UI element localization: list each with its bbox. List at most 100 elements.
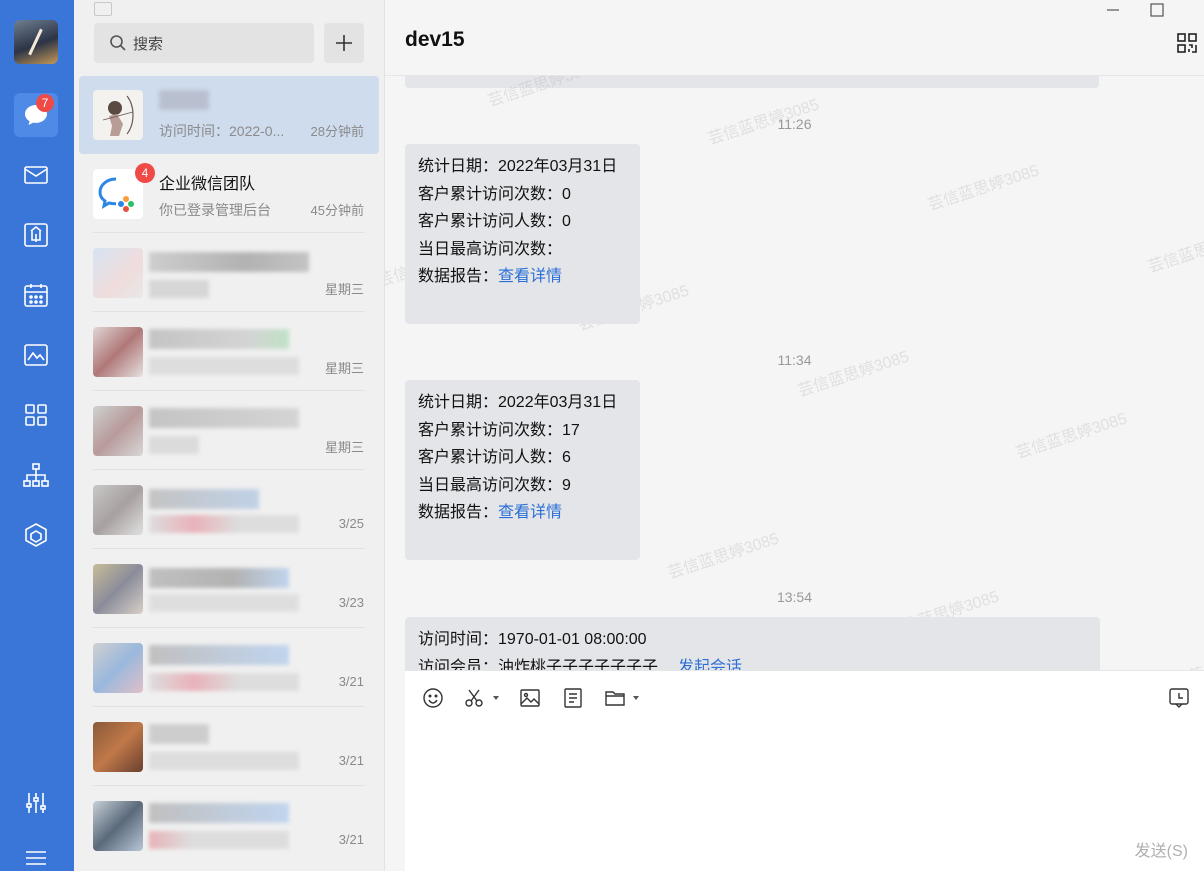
- message-line: 统计日期：2022年03月31日: [418, 394, 618, 411]
- conversation-item[interactable]: 3/21: [79, 787, 379, 865]
- message-line: 客户累计访问人数：6: [418, 449, 571, 466]
- message-line: 访问时间：1970-01-01 08:00:00: [418, 631, 647, 648]
- message-composer[interactable]: 发送(S): [405, 670, 1204, 871]
- history-icon: [1169, 688, 1189, 708]
- conversation-preview: 访问时间：2022-0...: [159, 123, 285, 139]
- nav-apps[interactable]: [14, 393, 58, 437]
- nav-docs[interactable]: [14, 333, 58, 377]
- watermark: 芸信蓝思婷3085: [665, 530, 782, 583]
- message-timestamp: 11:26: [777, 116, 812, 132]
- conversation-time: 3/21: [338, 753, 364, 768]
- divider: [93, 706, 365, 707]
- conversation-avatar: [93, 406, 143, 456]
- unread-badge: 7: [36, 94, 54, 112]
- conversation-item[interactable]: 3/25: [79, 471, 379, 549]
- divider: [93, 548, 365, 549]
- message-area: 芸信蓝思婷3085 芸信蓝思婷3085 芸信蓝思婷3085 芸信蓝思婷3085 …: [385, 76, 1204, 670]
- calendar-icon: [24, 284, 48, 307]
- image-icon: [520, 689, 540, 707]
- conversation-item[interactable]: 3/23: [79, 550, 379, 628]
- conversation-avatar: [93, 564, 143, 614]
- menu-icon: [26, 851, 46, 865]
- conversation-time: 3/25: [338, 516, 364, 531]
- search-placeholder: 搜索: [133, 35, 164, 53]
- conversation-item[interactable]: 星期三: [79, 234, 379, 312]
- history-button[interactable]: [1166, 685, 1192, 711]
- folder-icon: [605, 691, 625, 706]
- view-details-link[interactable]: 查看详情: [498, 504, 562, 521]
- conversation-item[interactable]: 星期三: [79, 392, 379, 470]
- nav-workbench[interactable]: [14, 213, 58, 257]
- conversation-avatar: [93, 643, 143, 693]
- watermark: 芸信蓝思婷3085: [1145, 224, 1204, 277]
- document-icon: [564, 688, 582, 708]
- folder-button[interactable]: [602, 685, 628, 711]
- chat-title: dev15: [405, 28, 465, 51]
- qr-grid-icon[interactable]: [1176, 32, 1198, 54]
- message-line: 当日最高访问次数：9: [418, 476, 571, 494]
- message-timestamp: 13:54: [776, 589, 813, 605]
- message-bubble[interactable]: 统计日期：2022年03月31日 客户累计访问次数：17 客户累计访问人数：6 …: [405, 380, 640, 560]
- user-avatar[interactable]: [14, 20, 58, 64]
- send-button[interactable]: 发送(S): [1135, 837, 1188, 861]
- maximize-icon[interactable]: [1147, 2, 1167, 18]
- nav-cube[interactable]: [14, 513, 58, 557]
- view-details-link[interactable]: 查看详情: [498, 268, 562, 285]
- minimize-icon[interactable]: [1103, 2, 1123, 18]
- conversation-time: 45分钟前: [310, 203, 364, 218]
- message-line: 客户累计访问次数：17: [418, 421, 580, 439]
- report-label: 数据报告：: [418, 504, 499, 521]
- conversation-item[interactable]: 3/21: [79, 708, 379, 786]
- conversation-time: 星期三: [324, 440, 364, 455]
- scissors-icon: [465, 689, 483, 707]
- conversation-item[interactable]: 4 企业微信团队 你已登录管理后台 45分钟前: [79, 155, 379, 233]
- image-button[interactable]: [517, 685, 543, 711]
- message-line: 当日最高访问次数：: [418, 240, 563, 258]
- emoji-icon: [423, 688, 443, 708]
- divider: [93, 390, 365, 391]
- docs-icon: [24, 344, 48, 366]
- previous-message-bubble: [405, 76, 1099, 88]
- divider: [93, 469, 365, 470]
- conversation-time: 3/23: [338, 595, 364, 610]
- nav-menu[interactable]: [14, 836, 58, 871]
- nav-messages[interactable]: 7: [14, 93, 58, 137]
- conversation-avatar: [93, 722, 143, 772]
- message-line: 客户累计访问人数：0: [418, 213, 571, 230]
- chat-panel: dev15 芸信蓝思婷3085 芸信蓝思婷3085 芸信蓝思婷3085 芸信蓝思…: [385, 0, 1204, 871]
- start-chat-link[interactable]: 发起会话: [678, 659, 742, 671]
- conversation-time: 星期三: [324, 361, 364, 376]
- conversation-name: 企业微信团队: [159, 176, 256, 193]
- divider: [93, 785, 365, 786]
- nav-org[interactable]: [14, 453, 58, 497]
- org-icon: [23, 463, 49, 487]
- search-box[interactable]: 搜索: [94, 23, 314, 63]
- dropdown-caret-icon[interactable]: [492, 695, 500, 701]
- message-line: 访问会员：油炸桃子子子子子子子: [418, 658, 659, 671]
- plus-icon: [336, 35, 352, 51]
- nav-settings[interactable]: [14, 781, 58, 825]
- dropdown-caret-icon[interactable]: [632, 695, 640, 701]
- add-button[interactable]: [324, 23, 364, 63]
- report-label: 数据报告：: [418, 268, 499, 285]
- divider: [93, 232, 365, 233]
- nav-mail[interactable]: [14, 153, 58, 197]
- conversation-badge: 4: [135, 163, 155, 183]
- conversation-item[interactable]: 星期三: [79, 313, 379, 391]
- message-bubble[interactable]: 访问时间：1970-01-01 08:00:00 访问会员：油炸桃子子子子子子子…: [405, 617, 1100, 670]
- conversation-avatar: [93, 485, 143, 535]
- message-line: 统计日期：2022年03月31日: [418, 158, 618, 175]
- file-button[interactable]: [560, 685, 586, 711]
- message-timestamp: 11:34: [777, 352, 812, 368]
- conversation-item[interactable]: 3/21: [79, 629, 379, 707]
- mail-icon: [24, 166, 48, 184]
- conversation-time: 28分钟前: [310, 124, 364, 139]
- message-bubble[interactable]: 统计日期：2022年03月31日 客户累计访问次数：0 客户累计访问人数：0 当…: [405, 144, 640, 324]
- emoji-button[interactable]: [420, 685, 446, 711]
- watermark: 芸信蓝思婷3085: [1154, 639, 1204, 670]
- conversation-time: 3/21: [338, 674, 364, 689]
- screenshot-button[interactable]: [461, 685, 487, 711]
- conversation-item[interactable]: 访问时间：2022-0... 28分钟前: [79, 76, 379, 154]
- conversation-avatar: [93, 90, 143, 140]
- nav-calendar[interactable]: [14, 273, 58, 317]
